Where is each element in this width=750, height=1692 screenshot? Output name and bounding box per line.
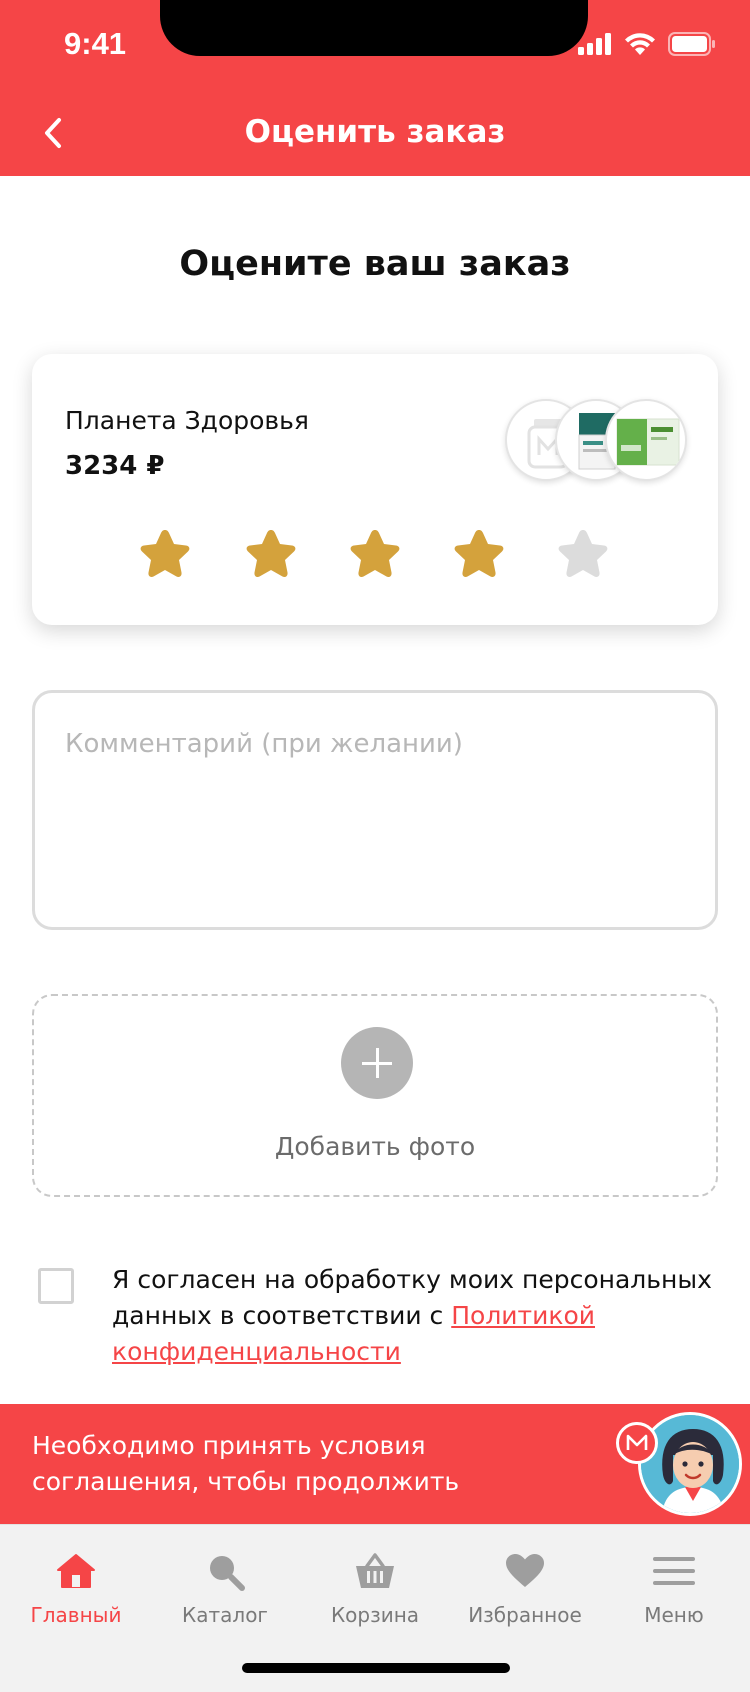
consent-label: Я согласен на обработку моих персональны… [112,1265,712,1330]
tab-label-home: Главный [30,1603,122,1627]
tab-favorites[interactable]: Избранное [450,1549,600,1639]
store-name: Планета Здоровья [65,406,309,435]
product-thumb-orsoten [605,399,687,481]
brand-logo-icon [626,1434,648,1450]
consent-block: Я согласен на обработку моих персональны… [38,1262,718,1372]
tab-label-menu: Меню [644,1603,704,1627]
status-icons [578,32,716,56]
assistant-logo-badge [616,1422,658,1464]
star-icon[interactable] [238,524,304,590]
basket-icon [356,1553,394,1588]
page-title: Оцените ваш заказ [179,244,571,284]
star-icon-empty[interactable] [550,524,616,590]
status-bar: 9:41 [0,0,750,88]
add-photo-button[interactable] [341,1027,413,1099]
star-icon[interactable] [342,524,408,590]
device-notch [160,0,588,56]
tab-label-favorites: Избранное [468,1603,582,1627]
rating-stars [132,524,622,590]
add-photo-area[interactable]: Добавить фото [32,994,718,1197]
tab-catalog[interactable]: Каталог [150,1549,300,1639]
search-icon [210,1556,245,1591]
consent-text: Я согласен на обработку моих персональны… [112,1262,722,1370]
star-icon[interactable] [132,524,198,590]
menu-icon [653,1557,695,1585]
heart-icon [506,1554,544,1587]
product-thumbnails [505,399,695,483]
tab-cart[interactable]: Корзина [300,1549,450,1639]
status-time: 9:41 [64,26,127,61]
battery-icon [668,32,715,56]
nav-bar: Оценить заказ [0,88,750,176]
alert-message: Необходимо принять условия соглашения, ч… [32,1431,460,1496]
star-icon[interactable] [446,524,512,590]
assistant-avatar[interactable] [638,1412,742,1516]
cellular-signal-icon [578,33,611,55]
tab-menu[interactable]: Меню [599,1549,749,1639]
comment-input[interactable] [35,693,715,927]
nav-title: Оценить заказ [244,114,506,150]
consent-checkbox[interactable] [38,1268,74,1304]
wifi-icon [625,33,655,55]
order-price: 3234 ₽ [65,451,165,481]
tab-label-catalog: Каталог [182,1603,268,1627]
tab-home[interactable]: Главный [1,1549,151,1639]
add-photo-label: Добавить фото [274,1132,476,1161]
comment-box [32,690,718,930]
orsoten-box-icon [616,418,680,466]
order-card: Планета Здоровья 3234 ₽ [32,354,718,625]
home-icon [57,1554,95,1588]
tab-label-cart: Корзина [330,1603,420,1627]
home-indicator [242,1663,510,1673]
